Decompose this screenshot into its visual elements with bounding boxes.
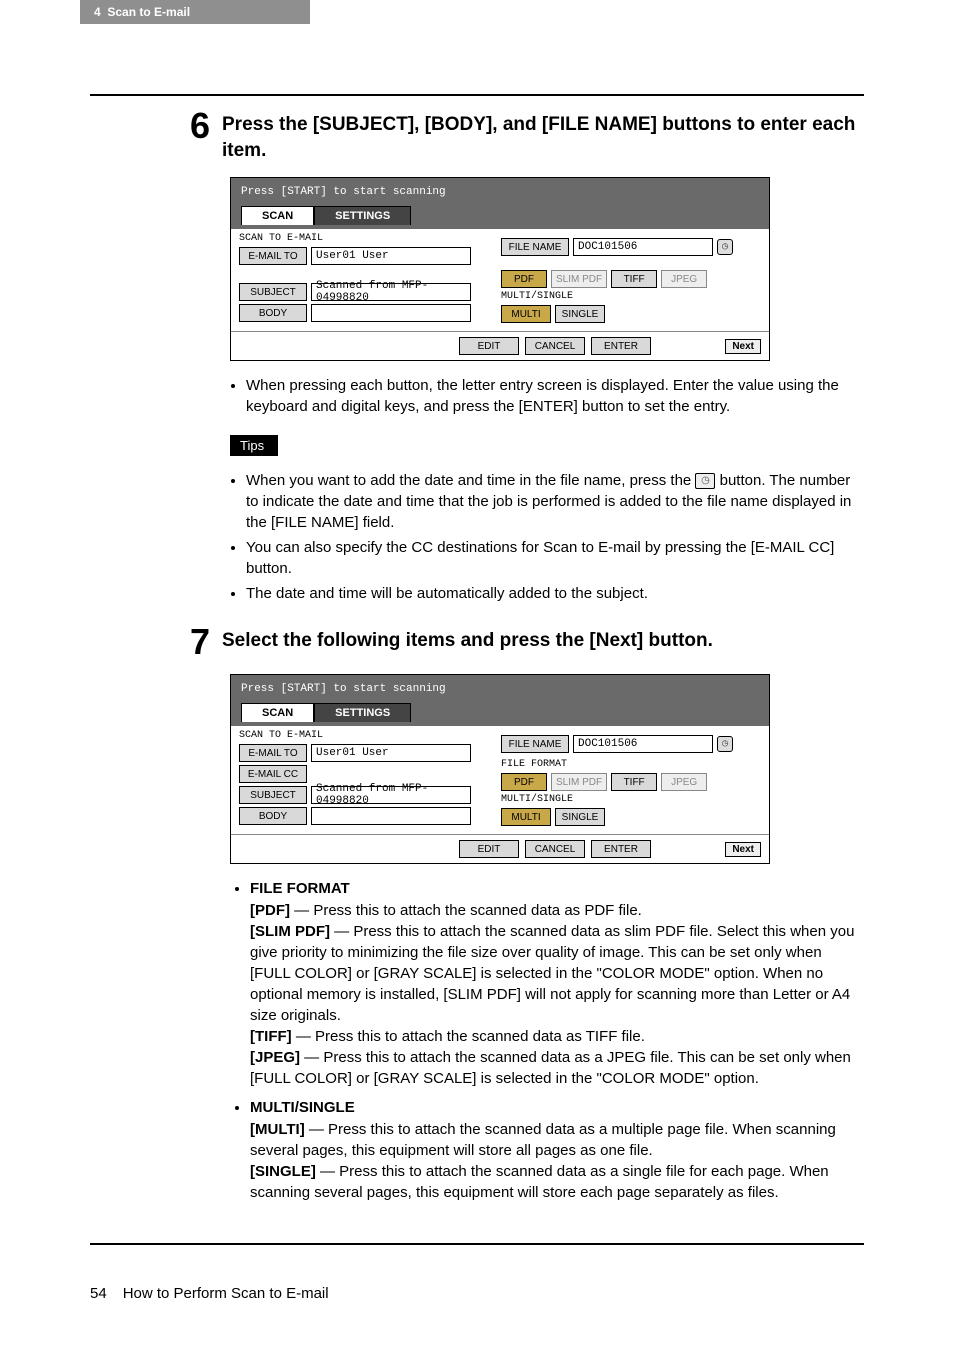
jpeg-button[interactable]: JPEG: [661, 270, 707, 288]
fileformat-label: FILE FORMAT: [501, 759, 761, 770]
status-message: Press [START] to start scanning: [241, 186, 759, 198]
tiff-button[interactable]: TIFF: [611, 270, 657, 288]
body-value: [311, 807, 471, 825]
slimpdf-button[interactable]: SLIM PDF: [551, 773, 607, 791]
tab-scan[interactable]: SCAN: [241, 703, 314, 722]
multisingle-label: MULTI/SINGLE: [501, 794, 761, 805]
cancel-button[interactable]: CANCEL: [525, 840, 585, 858]
multisingle-section: MULTI/SINGLE [MULTI] — Press this to att…: [250, 1097, 864, 1203]
slimpdf-button[interactable]: SLIM PDF: [551, 270, 607, 288]
note-entry-screen: When pressing each button, the letter en…: [246, 375, 864, 417]
screenshot-step6: Press [START] to start scanning SCAN SET…: [230, 177, 770, 361]
pdf-desc: [PDF] — Press this to attach the scanned…: [250, 900, 864, 921]
header-band: 4 Scan to E-mail: [80, 0, 310, 24]
body-button[interactable]: BODY: [239, 304, 307, 322]
subject-button[interactable]: SUBJECT: [239, 283, 307, 301]
chapter-num: 4: [94, 5, 101, 19]
pdf-button[interactable]: PDF: [501, 270, 547, 288]
status-message: Press [START] to start scanning: [241, 683, 759, 695]
single-button[interactable]: SINGLE: [555, 808, 605, 826]
emailto-button[interactable]: E-MAIL TO: [239, 247, 307, 265]
tips-list: When you want to add the date and time i…: [230, 470, 864, 604]
emailto-value: User01 User: [311, 247, 471, 265]
datetime-icon[interactable]: ◷: [717, 239, 733, 255]
single-desc: [SINGLE] — Press this to attach the scan…: [250, 1161, 864, 1203]
next-button[interactable]: Next: [725, 842, 761, 857]
enter-button[interactable]: ENTER: [591, 337, 651, 355]
filename-button[interactable]: FILE NAME: [501, 735, 569, 753]
jpeg-desc: [JPEG] — Press this to attach the scanne…: [250, 1047, 864, 1089]
tip-emailcc: You can also specify the CC destinations…: [246, 537, 864, 579]
tiff-button[interactable]: TIFF: [611, 773, 657, 791]
body-button[interactable]: BODY: [239, 807, 307, 825]
body-value: [311, 304, 471, 322]
cancel-button[interactable]: CANCEL: [525, 337, 585, 355]
next-button[interactable]: Next: [725, 339, 761, 354]
multisingle-label: MULTI/SINGLE: [501, 291, 761, 302]
enter-button[interactable]: ENTER: [591, 840, 651, 858]
fileformat-head: FILE FORMAT: [250, 880, 350, 897]
jpeg-button[interactable]: JPEG: [661, 773, 707, 791]
multisingle-head: MULTI/SINGLE: [250, 1099, 355, 1116]
emailcc-button[interactable]: E-MAIL CC: [239, 765, 307, 783]
emailto-value: User01 User: [311, 744, 471, 762]
multi-button[interactable]: MULTI: [501, 305, 551, 323]
subject-value: Scanned from MFP-04998820: [311, 283, 471, 301]
divider-top: [90, 94, 864, 96]
step-title: Press the [SUBJECT], [BODY], and [FILE N…: [222, 108, 864, 163]
filename-value: DOC101506: [573, 238, 713, 256]
multi-desc: [MULTI] — Press this to attach the scann…: [250, 1119, 864, 1161]
step6-notes: When pressing each button, the letter en…: [230, 375, 864, 417]
tip-datetime: When you want to add the date and time i…: [246, 470, 864, 533]
tab-settings[interactable]: SETTINGS: [314, 206, 411, 225]
tab-scan[interactable]: SCAN: [241, 206, 314, 225]
multi-button[interactable]: MULTI: [501, 808, 551, 826]
filename-value: DOC101506: [573, 735, 713, 753]
subject-button[interactable]: SUBJECT: [239, 786, 307, 804]
step-number: 6: [180, 108, 210, 144]
edit-button[interactable]: EDIT: [459, 337, 519, 355]
subject-value: Scanned from MFP-04998820: [311, 786, 471, 804]
tiff-desc: [TIFF] — Press this to attach the scanne…: [250, 1026, 864, 1047]
fileformat-section: FILE FORMAT [PDF] — Press this to attach…: [250, 878, 864, 1089]
datetime-icon[interactable]: ◷: [717, 736, 733, 752]
filename-button[interactable]: FILE NAME: [501, 238, 569, 256]
step-number: 7: [180, 624, 210, 660]
emailto-button[interactable]: E-MAIL TO: [239, 744, 307, 762]
page-footer-title: How to Perform Scan to E-mail: [123, 1285, 329, 1302]
edit-button[interactable]: EDIT: [459, 840, 519, 858]
chapter-title: Scan to E-mail: [107, 5, 190, 19]
screenshot-step7: Press [START] to start scanning SCAN SET…: [230, 674, 770, 864]
step-7: 7 Select the following items and press t…: [180, 624, 864, 1203]
page-number: 54: [90, 1285, 107, 1302]
divider-bottom: [90, 1243, 864, 1245]
page-footer: 54 How to Perform Scan to E-mail: [90, 1285, 864, 1302]
pdf-button[interactable]: PDF: [501, 773, 547, 791]
tip-subject-date: The date and time will be automatically …: [246, 583, 864, 604]
step-title: Select the following items and press the…: [222, 624, 864, 654]
step7-descriptions: FILE FORMAT [PDF] — Press this to attach…: [250, 878, 864, 1203]
slimpdf-desc: [SLIM PDF] — Press this to attach the sc…: [250, 921, 864, 1026]
datetime-icon-inline: ◷: [695, 473, 715, 489]
tab-settings[interactable]: SETTINGS: [314, 703, 411, 722]
step-6: 6 Press the [SUBJECT], [BODY], and [FILE…: [180, 108, 864, 604]
single-button[interactable]: SINGLE: [555, 305, 605, 323]
tips-badge: Tips: [230, 435, 278, 456]
